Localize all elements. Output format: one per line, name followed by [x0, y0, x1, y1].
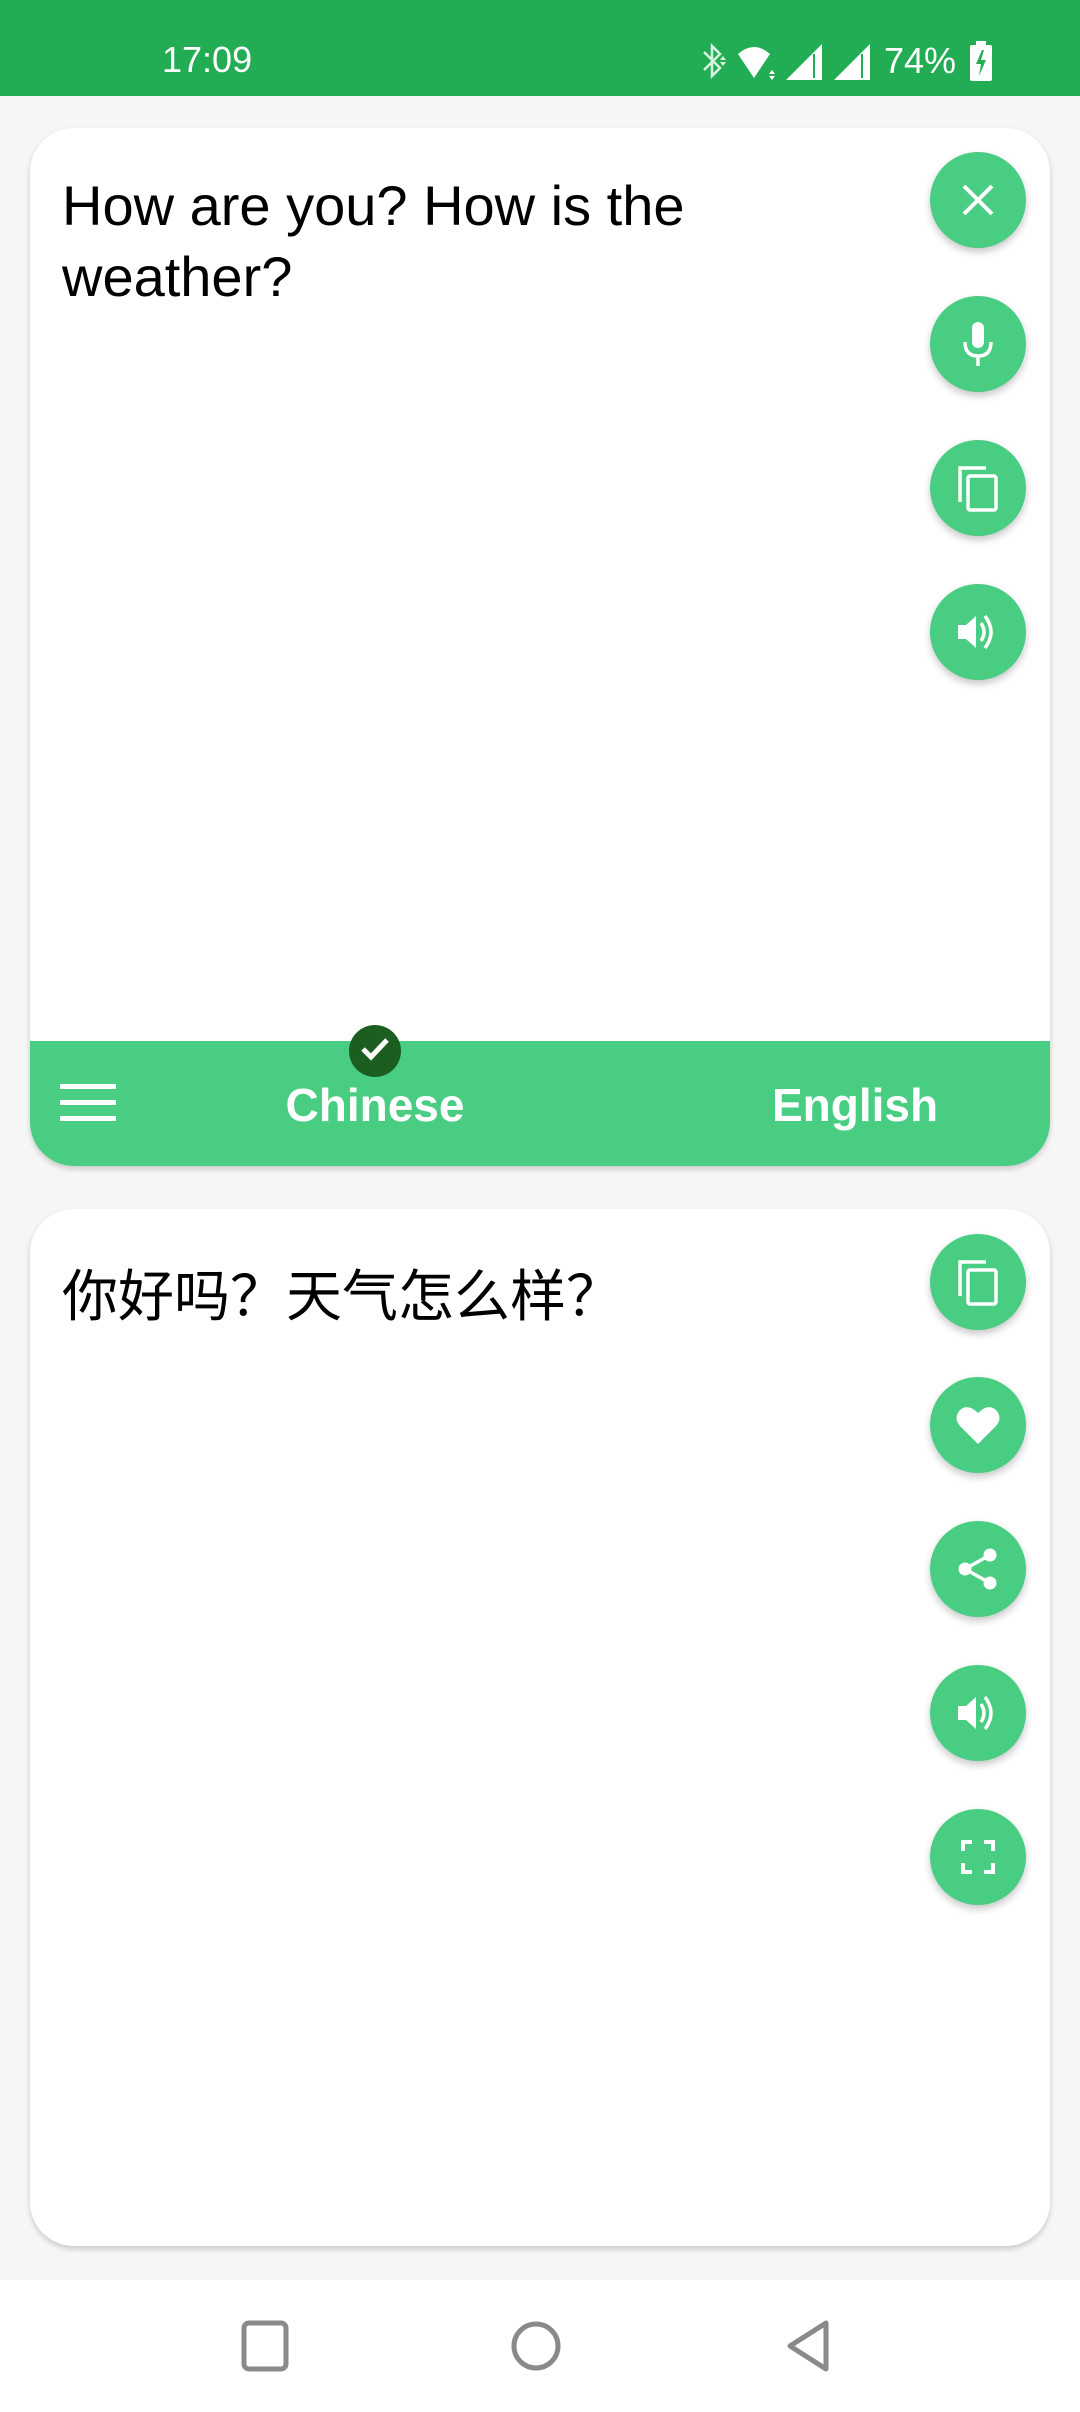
copy-source-button[interactable]	[930, 440, 1026, 536]
battery-percent: 74%	[883, 40, 956, 81]
speaker-icon	[956, 1691, 1000, 1735]
share-button[interactable]	[930, 1521, 1026, 1617]
speak-source-button[interactable]	[930, 584, 1026, 680]
menu-button[interactable]	[56, 1077, 120, 1133]
back-button[interactable]	[763, 2316, 853, 2380]
status-bar: 17:09 74%	[0, 0, 1080, 96]
translated-text: 你好吗？天气怎么样？	[62, 1265, 622, 1328]
selected-language-badge	[349, 1025, 401, 1077]
recents-icon	[241, 2320, 289, 2377]
source-text-input[interactable]: How are you? How is the weather?	[62, 170, 922, 312]
speak-result-button[interactable]	[930, 1665, 1026, 1761]
wifi-icon	[736, 40, 776, 82]
language-bar: Chinese English	[30, 1041, 1050, 1166]
signal-icon	[832, 40, 872, 82]
fullscreen-icon	[960, 1839, 996, 1875]
home-icon	[510, 2320, 562, 2377]
result-panel: 你好吗？天气怎么样？	[30, 1209, 1050, 2246]
copy-icon	[956, 1258, 1000, 1306]
status-icons: 74%	[698, 38, 994, 84]
menu-icon	[60, 1083, 116, 1127]
check-icon	[360, 1036, 390, 1067]
copy-icon	[956, 464, 1000, 512]
back-icon	[784, 2319, 832, 2378]
fullscreen-button[interactable]	[930, 1809, 1026, 1905]
navigation-bar	[0, 2280, 1080, 2412]
heart-icon	[955, 1404, 1001, 1446]
status-time: 17:09	[162, 39, 253, 80]
target-language-button[interactable]: English	[690, 1077, 1020, 1133]
microphone-icon	[958, 320, 998, 368]
home-button[interactable]	[491, 2316, 581, 2380]
speaker-icon	[956, 610, 1000, 654]
source-panel: How are you? How is the weather? Chinese…	[30, 128, 1050, 1166]
clear-button[interactable]	[930, 152, 1026, 248]
battery-charging-icon	[968, 40, 994, 82]
favorite-button[interactable]	[930, 1377, 1026, 1473]
close-icon	[958, 180, 998, 220]
microphone-button[interactable]	[930, 296, 1026, 392]
copy-result-button[interactable]	[930, 1234, 1026, 1330]
recents-button[interactable]	[220, 2316, 310, 2380]
signal-icon	[784, 40, 824, 82]
source-language-button[interactable]: Chinese	[250, 1077, 500, 1133]
bluetooth-icon	[698, 40, 728, 82]
share-icon	[956, 1547, 1000, 1591]
